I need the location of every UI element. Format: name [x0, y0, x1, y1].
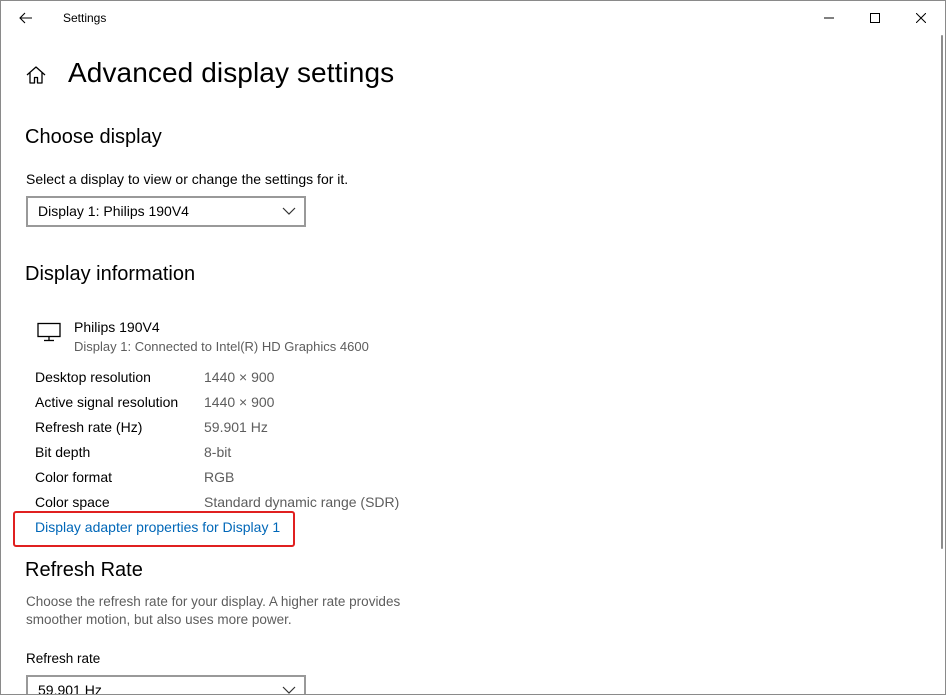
close-button[interactable] [898, 1, 944, 35]
home-icon [26, 66, 46, 84]
page-title: Advanced display settings [68, 57, 395, 88]
chevron-down-icon [282, 207, 296, 215]
scrollbar-thumb[interactable] [941, 35, 943, 549]
refresh-rate-select-value: 59.901 Hz [38, 682, 102, 695]
info-label-desktop-resolution: Desktop resolution [35, 369, 151, 385]
refresh-rate-heading: Refresh Rate [25, 559, 143, 581]
home-button[interactable] [25, 64, 47, 86]
back-button[interactable] [9, 5, 43, 31]
refresh-rate-field-label: Refresh rate [26, 651, 101, 666]
monitor-name: Philips 190V4 [74, 319, 160, 335]
refresh-rate-select[interactable]: 59.901 Hz [26, 675, 306, 695]
highlight-annotation [13, 511, 295, 547]
minimize-icon [824, 17, 834, 19]
choose-display-heading: Choose display [25, 126, 162, 148]
info-value-bit-depth: 8-bit [204, 444, 232, 460]
info-value-refresh-rate: 59.901 Hz [204, 419, 268, 435]
monitor-icon [37, 322, 61, 342]
settings-window: Settings Advanced display settings Choos… [0, 0, 946, 695]
info-label-active-signal-resolution: Active signal resolution [35, 394, 179, 410]
info-value-desktop-resolution: 1440 × 900 [204, 369, 275, 385]
info-value-active-signal-resolution: 1440 × 900 [204, 394, 275, 410]
display-select-value: Display 1: Philips 190V4 [38, 203, 189, 219]
title-bar: Settings [1, 1, 945, 35]
monitor-connection: Display 1: Connected to Intel(R) HD Grap… [74, 339, 369, 354]
vertical-scrollbar[interactable] [937, 35, 945, 694]
refresh-rate-description-line2: smoother motion, but also uses more powe… [26, 612, 292, 627]
back-arrow-icon [19, 12, 32, 24]
info-label-bit-depth: Bit depth [35, 444, 91, 460]
info-label-refresh-rate: Refresh rate (Hz) [35, 419, 143, 435]
maximize-button[interactable] [852, 1, 898, 35]
info-value-color-space: Standard dynamic range (SDR) [204, 494, 400, 510]
refresh-rate-description-line1: Choose the refresh rate for your display… [26, 594, 401, 609]
choose-display-description: Select a display to view or change the s… [26, 171, 349, 187]
display-select[interactable]: Display 1: Philips 190V4 [26, 196, 306, 227]
close-icon [916, 13, 926, 23]
info-label-color-format: Color format [35, 469, 113, 485]
info-value-color-format: RGB [204, 469, 235, 485]
minimize-button[interactable] [806, 1, 852, 35]
window-title: Settings [63, 11, 107, 25]
display-information-heading: Display information [25, 263, 196, 285]
maximize-icon [870, 13, 880, 23]
chevron-down-icon [282, 686, 296, 694]
info-label-color-space: Color space [35, 494, 110, 510]
